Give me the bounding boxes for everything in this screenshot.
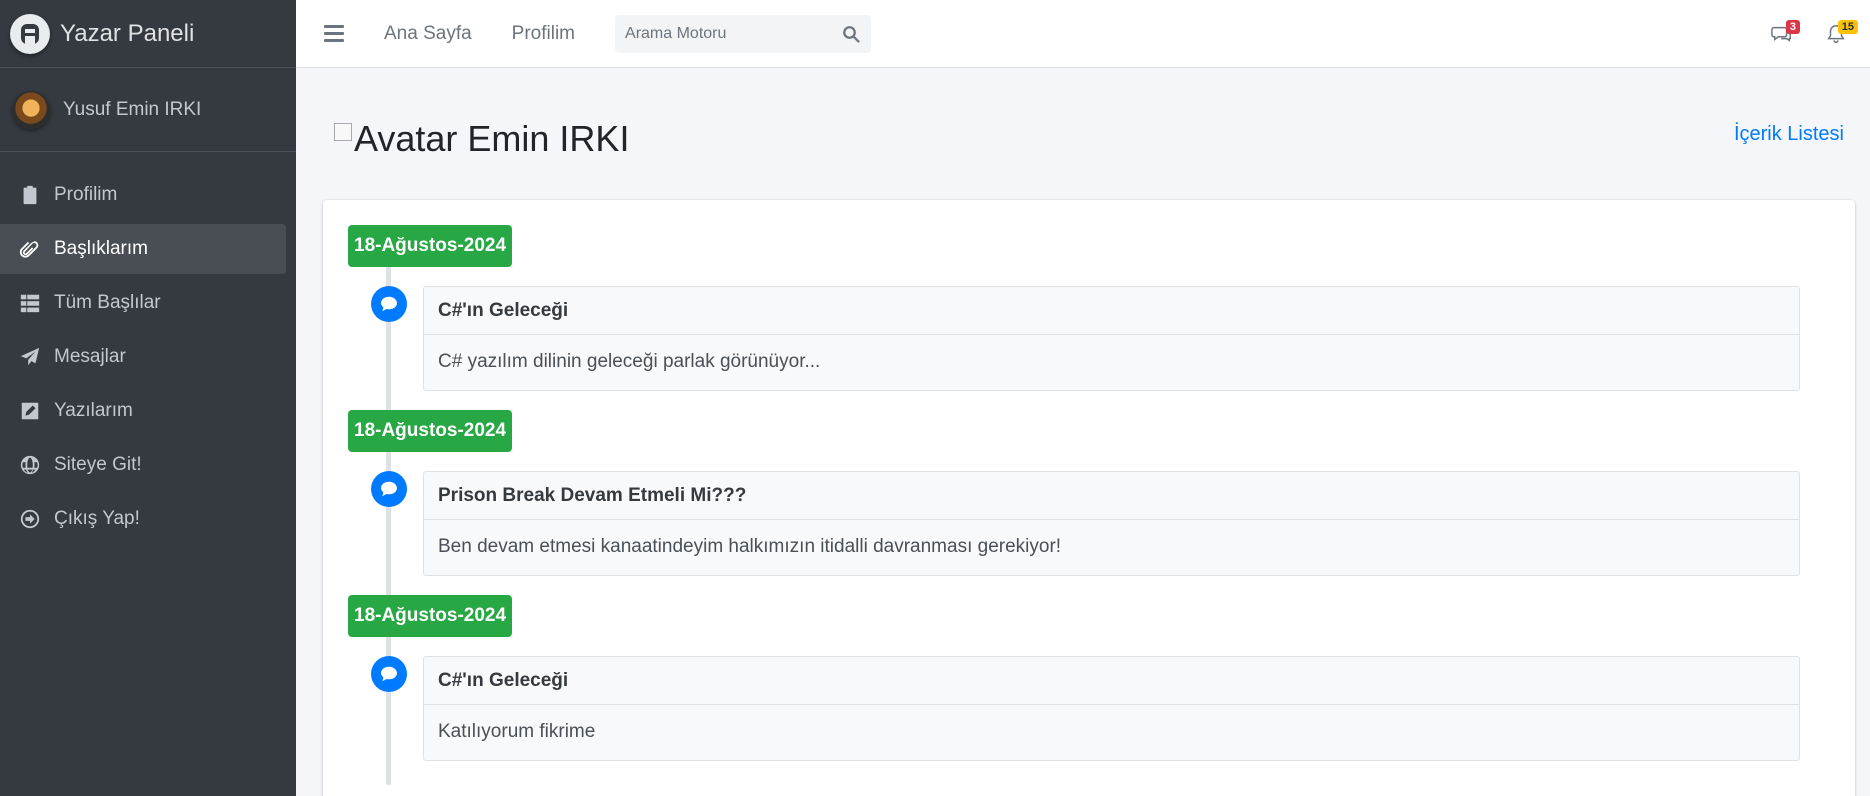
messages-badge: 3 [1785,20,1800,34]
timeline-group: 18-Ağustos-2024 C#'ın Geleceği Katılıyor… [348,595,1800,780]
user-name[interactable]: Yusuf Emin IRKI [63,99,201,121]
date-label: 18-Ağustos-2024 [348,410,513,452]
timeline-item-body: Ben devam etmesi kanaatindeyim halkımızı… [438,536,1062,557]
avatar-image: Avatar [334,118,457,160]
comment-icon [371,656,407,692]
brand-title: Yazar Paneli [60,19,195,47]
search-icon [843,25,860,43]
sidebar-item-cikis-yap[interactable]: Çıkış Yap! [0,494,286,544]
sidebar-item-mesajlar[interactable]: Mesajlar [0,332,286,382]
notifications-dropdown[interactable]: 15 [1816,14,1858,54]
content-wrapper: Avatar Emin IRKI İçerik Listesi 18-Ağust… [296,68,1870,796]
date-label: 18-Ağustos-2024 [348,595,513,637]
avatar-alt-text: Avatar [354,118,458,159]
messages-dropdown[interactable]: 3 [1762,14,1802,54]
search-input[interactable] [615,24,816,43]
sidebar-item-label: Profilim [54,184,118,205]
timeline-item-body: C# yazılım dilinin geleceği parlak görün… [438,351,821,372]
search-button[interactable] [831,15,871,53]
sidebar-item-label: Tüm Başlılar [54,292,161,313]
sidebar-item-label: Yazılarım [54,400,133,421]
timeline-group: 18-Ağustos-2024 C#'ın Geleceği C# yazılı… [348,225,1800,410]
sidebar-item-siteye-git[interactable]: Siteye Git! [0,440,286,490]
brand-link[interactable]: Yazar Paneli [0,0,296,68]
brand-logo-icon [10,13,50,54]
timeline-card: 18-Ağustos-2024 C#'ın Geleceği C# yazılı… [323,200,1855,796]
sidebar-item-label: Siteye Git! [54,454,142,475]
timeline-item-title[interactable]: C#'ın Geleceği [424,657,1799,705]
sidebar-item-label: Başlıklarım [54,238,148,259]
globe-icon [18,453,42,477]
paperclip-icon [18,237,42,261]
topbar-right: 3 15 [1762,0,1870,68]
timeline: 18-Ağustos-2024 C#'ın Geleceği C# yazılı… [348,225,1800,785]
date-label: 18-Ağustos-2024 [348,225,513,267]
content-list-link[interactable]: İçerik Listesi [1734,123,1844,146]
sidebar-item-yazilarim[interactable]: Yazılarım [0,386,286,436]
broken-image-icon [334,123,352,141]
sidebar: Yazar Paneli Yusuf Emin IRKI Profilim Ba… [0,0,296,796]
user-avatar [12,90,50,129]
sidebar-item-label: Mesajlar [54,346,126,367]
sign-out-icon [18,507,42,531]
timeline-item: C#'ın Geleceği Katılıyorum fikrime [423,656,1800,761]
sidebar-item-basliklarim[interactable]: Başlıklarım [0,224,286,274]
menu-toggle-icon[interactable] [324,25,344,42]
sidebar-item-tum-basliklar[interactable]: Tüm Başlılar [0,278,286,328]
nav-link-ana-sayfa[interactable]: Ana Sayfa [384,23,472,45]
timeline-item: Prison Break Devam Etmeli Mi??? Ben deva… [423,471,1800,576]
user-panel[interactable]: Yusuf Emin IRKI [0,68,296,152]
page-header: Avatar Emin IRKI [334,118,629,160]
timeline-group: 18-Ağustos-2024 Prison Break Devam Etmel… [348,410,1800,595]
timeline-item-title[interactable]: Prison Break Devam Etmeli Mi??? [424,472,1799,520]
paper-plane-icon [18,345,42,369]
comment-icon [371,286,407,322]
comment-icon [371,471,407,507]
search-box [615,14,872,53]
topbar: Ana Sayfa Profilim 3 15 [296,0,1870,68]
page-title: Emin IRKI [467,118,630,159]
notifications-badge: 15 [1837,20,1858,34]
timeline-item-body: Katılıyorum fikrime [438,721,596,742]
clipboard-icon [18,183,42,207]
nav-link-profilim[interactable]: Profilim [512,23,575,45]
timeline-item: C#'ın Geleceği C# yazılım dilinin gelece… [423,286,1800,391]
table-icon [18,291,42,315]
sidebar-nav: Profilim Başlıklarım Tüm Başlılar Mesajl… [0,152,296,544]
sidebar-item-label: Çıkış Yap! [54,508,140,529]
sidebar-item-profilim[interactable]: Profilim [0,170,286,220]
timeline-item-title[interactable]: C#'ın Geleceği [424,287,1799,335]
edit-icon [18,399,42,423]
